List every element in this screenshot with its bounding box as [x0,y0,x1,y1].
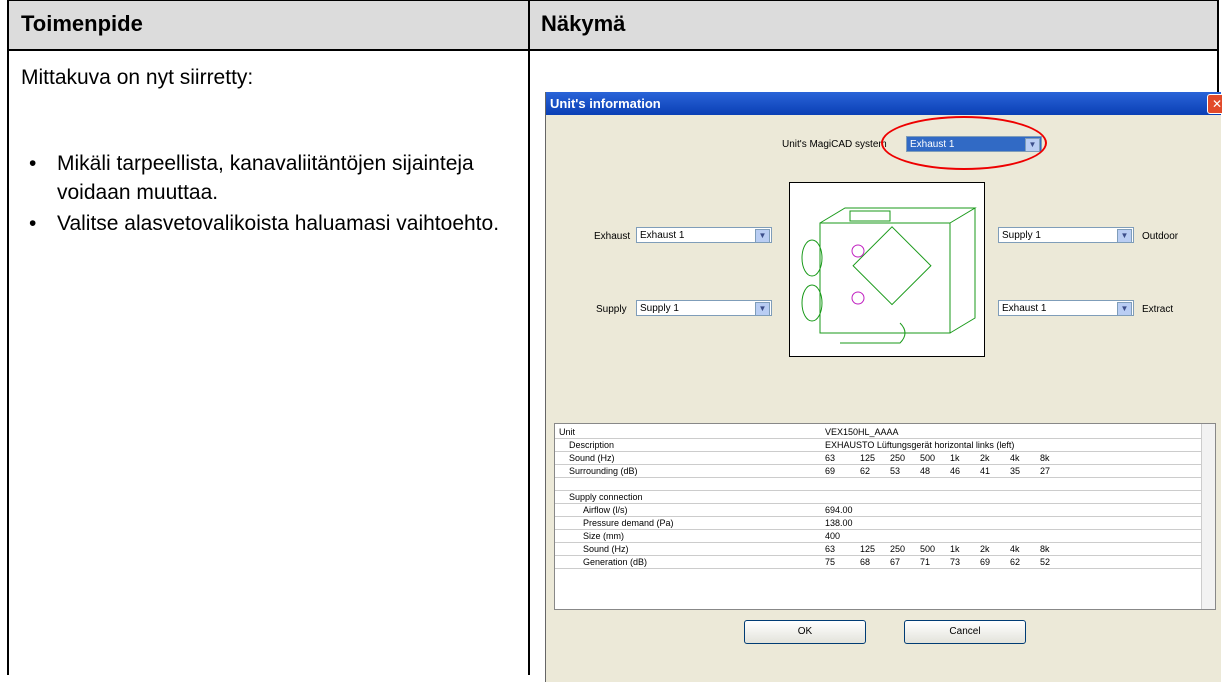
bullet-1: Mikäli tarpeellista, kanavaliitäntöjen s… [21,149,506,207]
row-value: 48 [920,466,931,476]
row-label: Sound (Hz) [569,453,615,463]
chevron-down-icon[interactable]: ▼ [1117,229,1132,243]
row-value: 41 [980,466,991,476]
row-value: 69 [825,466,836,476]
row-value: 4k [1010,453,1020,463]
extract-label: Extract [1142,304,1174,315]
properties-grid[interactable]: Unit VEX150HL_AAAA Description EXHAUSTO Lüf… [554,423,1216,610]
row-value: 1k [950,544,960,554]
row-label: Unit [559,427,576,437]
row-value: 125 [860,544,876,554]
column-divider [528,1,530,675]
row-value: 8k [1040,453,1050,463]
row-label: Generation (dB) [583,557,648,567]
table-header: Toimenpide Näkymä [9,1,1217,51]
row-value: 62 [860,466,871,476]
row-label: Airflow (l/s) [583,505,628,515]
extract-select-value: Exhaust 1 [1002,303,1047,314]
row-value: 35 [1010,466,1021,476]
outdoor-select[interactable]: Supply 1 ▼ [998,227,1134,243]
row-value: 46 [950,466,961,476]
row-value: 69 [980,557,991,567]
table-row [555,478,1201,491]
row-value: 250 [890,453,906,463]
chevron-down-icon[interactable]: ▼ [755,229,770,243]
chevron-down-icon[interactable]: ▼ [1117,302,1132,316]
row-value: 68 [860,557,871,567]
exhaust-label: Exhaust [594,231,631,242]
chevron-down-icon[interactable]: ▼ [755,302,770,316]
extract-select[interactable]: Exhaust 1 ▼ [998,300,1134,316]
row-label: Pressure demand (Pa) [583,518,674,528]
header-toimenpide: Toimenpide [21,11,143,36]
row-value: 500 [920,544,936,554]
row-label: Surrounding (dB) [569,466,638,476]
row-label: Description [569,440,615,450]
row-value: 4k [1010,544,1020,554]
table-row: Supply connection [555,491,1201,504]
units-information-dialog: Unit's information ✕ Unit's MagiCAD syst… [545,92,1222,682]
supply-label: Supply [596,304,627,315]
outdoor-select-value: Supply 1 [1002,230,1041,241]
row-value: 138.00 [825,518,853,528]
supply-select-value: Supply 1 [640,303,679,314]
table-row: Airflow (l/s) 694.00 [555,504,1201,517]
header-nakyma: Näkymä [541,11,626,36]
table-row: Size (mm) 400 [555,530,1201,543]
row-value: 71 [920,557,931,567]
table-row: Pressure demand (Pa) 138.00 [555,517,1201,530]
row-value: 2k [980,544,990,554]
cancel-button[interactable]: Cancel [904,620,1026,644]
row-label: Supply connection [569,492,643,502]
row-value: 250 [890,544,906,554]
table-row: Sound (Hz) 63 125 250 500 1k 2k 4k 8k [555,452,1201,465]
row-value: VEX150HL_AAAA [825,427,899,437]
row-value: 1k [950,453,960,463]
unit-drawing [789,182,985,357]
row-value: 63 [825,544,836,554]
row-value: 400 [825,531,841,541]
table-row: Surrounding (dB) 69 62 53 48 46 41 35 27 [555,465,1201,478]
bullet-2: Valitse alasvetovalikoista haluamasi vai… [21,209,506,238]
row-value: EXHAUSTO Lüftungsgerät horizontal links … [825,440,1015,450]
row-value: 67 [890,557,901,567]
row-value: 125 [860,453,876,463]
exhaust-select[interactable]: Exhaust 1 ▼ [636,227,772,243]
row-value: 694.00 [825,505,853,515]
row-label: Size (mm) [583,531,624,541]
intro-text: Mittakuva on nyt siirretty: [21,66,254,89]
highlight-ellipse [881,116,1047,170]
row-value: 500 [920,453,936,463]
outdoor-label: Outdoor [1142,231,1179,242]
ok-button[interactable]: OK [744,620,866,644]
table-row: Generation (dB) 75 68 67 71 73 69 62 52 [555,556,1201,569]
row-value: 75 [825,557,836,567]
row-value: 53 [890,466,901,476]
table-row: Description EXHAUSTO Lüftungsgerät horizo… [555,439,1201,452]
row-value: 52 [1040,557,1051,567]
row-value: 8k [1040,544,1050,554]
row-value: 2k [980,453,990,463]
row-value: 73 [950,557,961,567]
dialog-title: Unit's information [546,92,1221,115]
supply-select[interactable]: Supply 1 ▼ [636,300,772,316]
table-row: Sound (Hz) 63 125 250 500 1k 2k 4k 8k [555,543,1201,556]
row-label: Sound (Hz) [583,544,629,554]
unit-3d-drawing [801,207,977,344]
bullet-list: Mikäli tarpeellista, kanavaliitäntöjen s… [21,149,506,240]
close-icon[interactable]: ✕ [1207,94,1222,114]
exhaust-select-value: Exhaust 1 [640,230,685,241]
row-value: 27 [1040,466,1051,476]
table-row: Unit VEX150HL_AAAA [555,426,1201,439]
scrollbar[interactable] [1201,424,1215,609]
row-value: 63 [825,453,836,463]
system-label: Unit's MagiCAD system [782,139,887,150]
row-value: 62 [1010,557,1021,567]
